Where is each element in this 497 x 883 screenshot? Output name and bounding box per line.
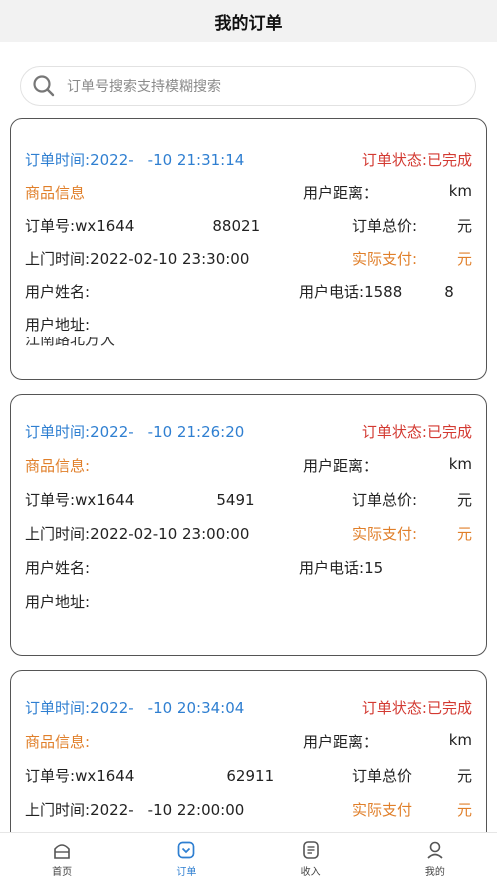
- order-total: 订单总价:: [352, 491, 418, 509]
- user-distance: 用户距离：: [303, 457, 379, 475]
- goods-info: 商品信息:: [25, 457, 91, 475]
- tab-profile-label: 我的: [424, 866, 445, 878]
- actual-pay: 实际支付: [352, 801, 413, 819]
- bottom-tab-bar: 首页 订单 收入 我的: [0, 832, 497, 883]
- tab-profile[interactable]: 我的: [373, 833, 497, 883]
- address-text: 江南路北方大: [25, 337, 116, 348]
- search-placeholder[interactable]: 订单号搜索支持模糊搜索: [67, 76, 221, 96]
- pay-unit: 元: [456, 801, 472, 819]
- search-icon: [33, 75, 55, 97]
- search-bar[interactable]: 订单号搜索支持模糊搜索: [20, 66, 476, 106]
- tab-orders[interactable]: 订单: [124, 833, 248, 883]
- actual-pay: 实际支付:: [352, 250, 418, 268]
- actual-pay: 实际支付:: [352, 525, 418, 543]
- distance-unit: km: [448, 455, 472, 473]
- order-status: 订单状态:已完成: [361, 699, 472, 717]
- home-icon: [54, 843, 70, 859]
- visit-time: 上门时间:2022-02-10 23:00:00: [25, 525, 250, 543]
- order-card[interactable]: 订单时间:2022- -10 20:34:04 订单状态:已完成 商品信息: 用户…: [10, 670, 487, 832]
- user-phone[interactable]: 用户电话:1588 8: [299, 281, 454, 302]
- total-unit: 元: [456, 767, 472, 785]
- order-number: 订单号:wx1644 62911: [25, 767, 275, 785]
- distance-unit: km: [448, 182, 472, 200]
- total-unit: 元: [456, 217, 472, 235]
- user-name: 用户姓名:: [25, 559, 91, 577]
- user-address: 用户地址:: [25, 593, 91, 611]
- tab-orders-label: 订单: [176, 866, 197, 878]
- user-distance: 用户距离：: [303, 733, 379, 751]
- order-card[interactable]: 订单时间:2022- -10 21:31:14 订单状态:已完成 商品信息 用户距…: [10, 118, 487, 380]
- income-icon: [302, 840, 319, 859]
- user-name: 用户姓名:: [25, 283, 91, 301]
- user-distance: 用户距离：: [303, 184, 379, 202]
- visit-time: 上门时间:2022-02-10 23:30:00: [25, 250, 250, 268]
- tab-home[interactable]: 首页: [0, 833, 124, 883]
- visit-time: 上门时间:2022- -10 22:00:00: [25, 801, 245, 819]
- goods-info: 商品信息: [25, 184, 86, 202]
- pay-unit: 元: [456, 525, 472, 543]
- order-list[interactable]: 订单时间:2022- -10 21:31:14 订单状态:已完成 商品信息 用户距…: [0, 112, 497, 832]
- total-unit: 元: [456, 491, 472, 509]
- user-address: 用户地址:: [25, 316, 91, 334]
- goods-info: 商品信息:: [25, 733, 91, 751]
- order-number: 订单号:wx1644 5491: [25, 491, 255, 509]
- page-title: 我的订单: [214, 13, 283, 34]
- order-time: 订单时间:2022- -10 21:31:14: [25, 151, 245, 169]
- order-card[interactable]: 订单时间:2022- -10 21:26:20 订单状态:已完成 商品信息: 用户…: [10, 394, 487, 656]
- order-total: 订单总价:: [352, 217, 418, 235]
- pay-unit: 元: [456, 250, 472, 268]
- top-bar: 我的订单: [0, 0, 497, 42]
- tab-income-label: 收入: [300, 866, 321, 878]
- profile-icon: [427, 841, 443, 859]
- order-status: 订单状态:已完成: [361, 151, 472, 169]
- order-total: 订单总价: [352, 767, 413, 785]
- order-time: 订单时间:2022- -10 20:34:04: [25, 699, 245, 717]
- tab-income[interactable]: 收入: [249, 833, 373, 883]
- distance-unit: km: [448, 731, 472, 749]
- order-icon: [178, 841, 195, 858]
- tab-home-label: 首页: [52, 866, 73, 878]
- order-status: 订单状态:已完成: [361, 423, 472, 441]
- order-time: 订单时间:2022- -10 21:26:20: [25, 423, 245, 441]
- user-phone[interactable]: 用户电话:15: [299, 557, 383, 578]
- order-number: 订单号:wx1644 88021: [25, 217, 261, 235]
